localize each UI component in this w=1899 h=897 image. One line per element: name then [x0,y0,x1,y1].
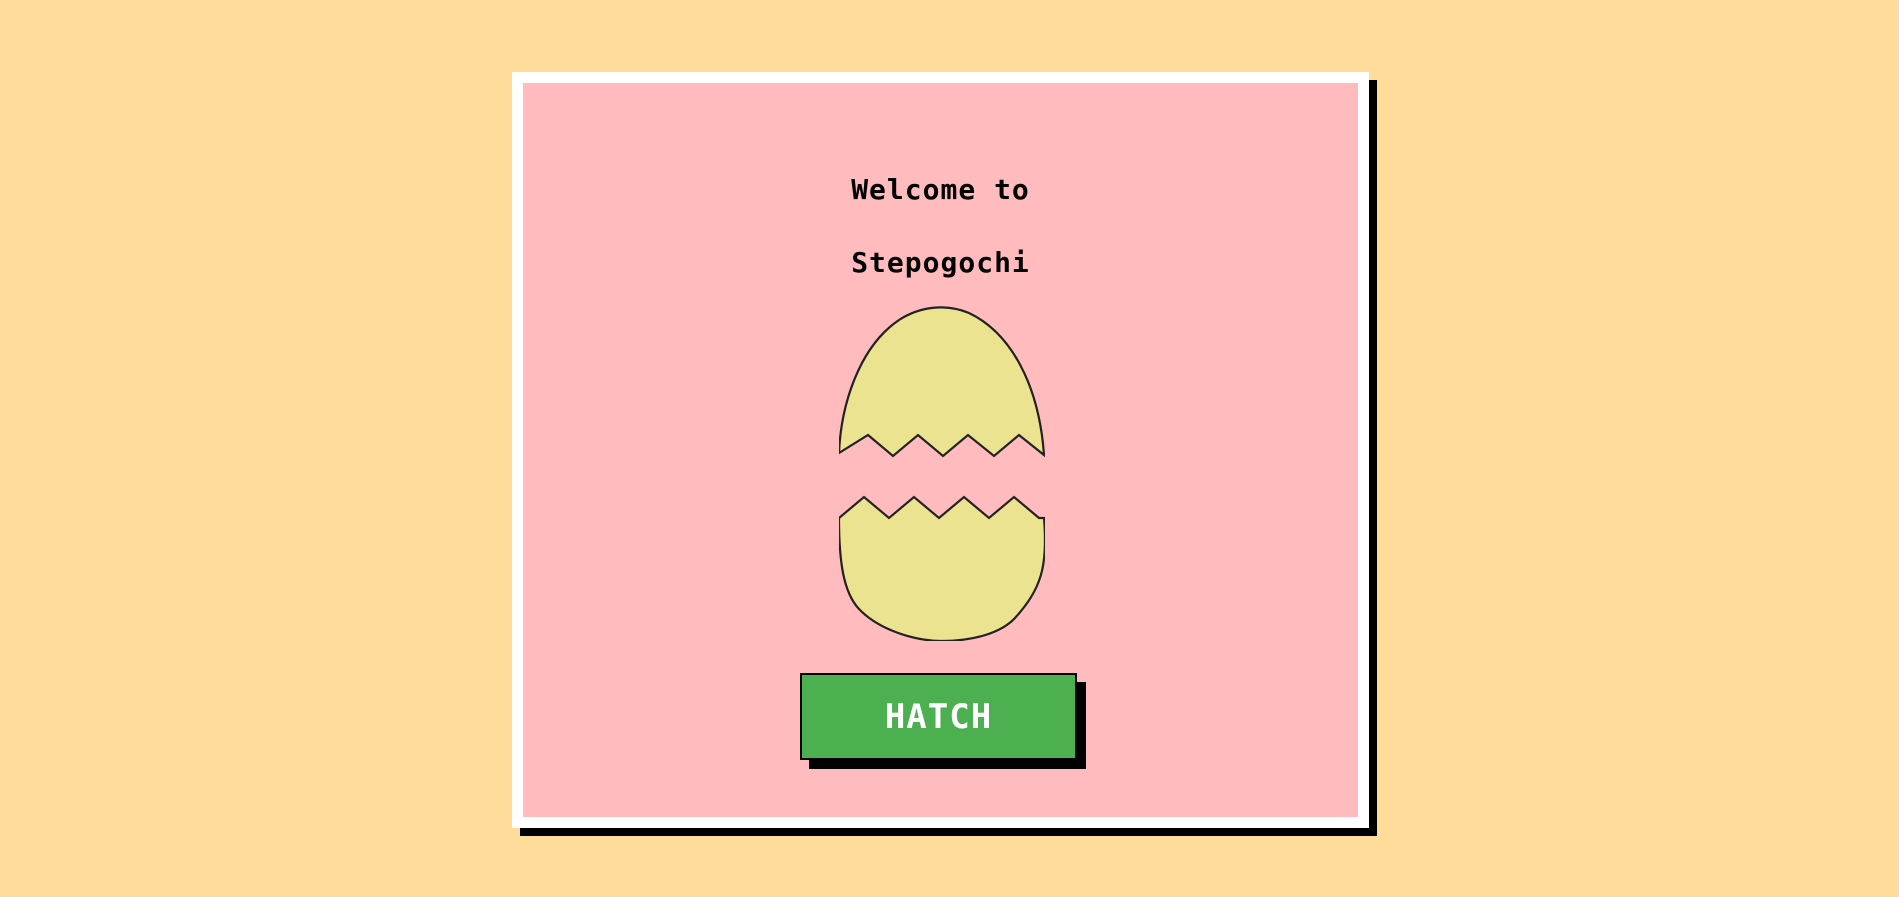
egg-bottom-shell [839,495,1045,641]
egg-top-shell [839,306,1045,458]
welcome-title: Welcome to [851,173,1030,206]
hatch-button[interactable]: HATCH [800,673,1077,760]
cracked-egg-icon [839,306,1045,641]
welcome-card: Welcome to Stepogochi HATCH [512,72,1369,828]
game-name-title: Stepogochi [851,246,1030,279]
